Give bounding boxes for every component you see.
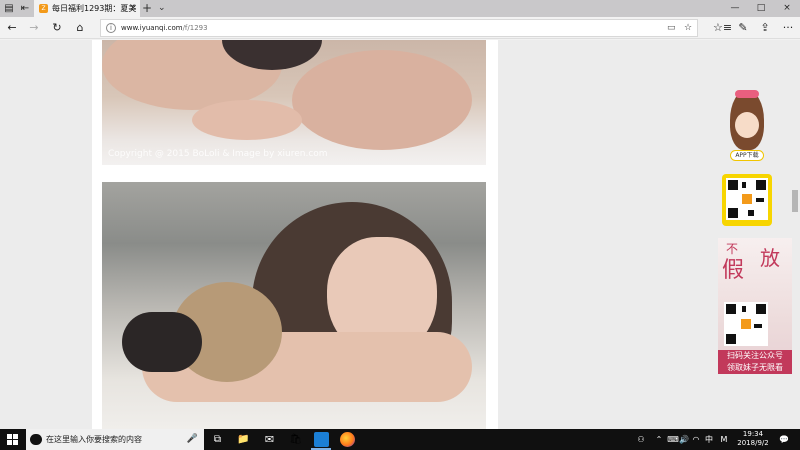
site-favicon-icon: Z (39, 4, 48, 13)
qr-code-image (726, 178, 768, 220)
gallery-photo-2[interactable] (102, 182, 486, 429)
promo-caption-band: 扫码关注公众号 领取妹子无限看 (718, 350, 792, 374)
tab-preview-icon[interactable]: ▤ (2, 2, 16, 15)
start-button[interactable] (7, 434, 19, 446)
refresh-button[interactable]: ↻ (49, 20, 65, 36)
windows-logo-icon (13, 434, 18, 439)
app-qr-code (722, 174, 772, 226)
taskbar-clock[interactable]: 19:34 2018/9/2 (736, 430, 770, 448)
clock-date: 2018/9/2 (737, 439, 769, 447)
file-explorer-icon[interactable]: 📁 (236, 432, 251, 447)
app-download-button[interactable]: APP下载 (730, 150, 764, 161)
active-tab[interactable]: Z 每日福利1293期：夏美 × (34, 0, 140, 17)
photo-hands-region (192, 100, 302, 140)
firefox-icon[interactable] (340, 432, 355, 447)
tab-title: 每日福利1293期：夏美 (52, 4, 137, 13)
task-view-icon[interactable]: ⧉ (210, 432, 225, 447)
minimize-button[interactable]: — (722, 0, 748, 17)
close-window-button[interactable]: × (774, 0, 800, 17)
promo-title-char: 放 (760, 246, 780, 270)
back-button[interactable]: ← (4, 20, 20, 36)
qr-finder (728, 208, 738, 218)
cortana-icon (30, 434, 42, 445)
speaker-icon[interactable]: 🔊 (678, 429, 690, 450)
tab-close-icon[interactable]: × (129, 0, 137, 17)
edge-browser-icon[interactable] (314, 432, 329, 447)
app-download-ad[interactable]: APP下载 (722, 90, 772, 226)
store-icon[interactable]: 🛍 (288, 432, 303, 447)
qr-finder (726, 334, 736, 344)
ime-mode[interactable]: M (717, 429, 731, 450)
chevron-up-icon[interactable]: ⌃ (652, 429, 666, 450)
promo-caption-line2: 领取妹子无限看 (727, 363, 783, 372)
qr-finder (726, 304, 736, 314)
windows-logo-icon (7, 434, 12, 439)
mascot-bow (735, 90, 759, 98)
qr-finder (756, 304, 766, 314)
qr-module (742, 306, 746, 312)
favorite-star-icon[interactable]: ☆ (684, 20, 692, 36)
scrollbar-thumb[interactable] (792, 190, 798, 212)
gallery-photo-1[interactable]: Copyright @ 2015 BoLoli & Image by xiure… (102, 40, 486, 165)
forward-button[interactable]: → (26, 20, 42, 36)
address-bar[interactable]: i www.iyuanqi.com/f/1293 ▭ ☆ (100, 19, 698, 37)
wifi-icon[interactable]: ◠ (690, 429, 702, 450)
taskbar-search-box[interactable]: 在这里输入你要搜索的内容 🎤 (26, 429, 204, 450)
mascot-face (735, 112, 759, 138)
home-button[interactable]: ⌂ (72, 20, 88, 36)
set-aside-tabs-icon[interactable]: ⇤ (18, 2, 32, 15)
favorites-hub-icon[interactable]: ☆≡ (713, 20, 732, 36)
promo-caption-line1: 扫码关注公众号 (727, 351, 783, 360)
qr-module (742, 182, 746, 188)
photo-watermark: Copyright @ 2015 BoLoli & Image by xiure… (108, 149, 328, 159)
share-icon[interactable]: ⇪ (757, 20, 773, 36)
qr-logo-icon (742, 194, 752, 204)
qr-module (748, 210, 754, 216)
clock-time: 19:34 (742, 430, 764, 438)
microphone-icon[interactable]: 🎤 (187, 429, 198, 450)
tab-list-chevron-icon[interactable]: ⌄ (158, 0, 166, 17)
site-info-icon[interactable]: i (106, 23, 116, 33)
windows-taskbar: 在这里输入你要搜索的内容 🎤 ⧉ 📁 ✉ 🛍 ⚇ ⌃ ⌨ 🔊 ◠ 中 M 19:… (0, 429, 800, 450)
photo-skin-region (292, 50, 472, 150)
address-url[interactable]: www.iyuanqi.com/f/1293 (121, 20, 208, 36)
qr-module (756, 198, 764, 202)
windows-logo-icon (7, 440, 12, 445)
navigation-bar: ← → ↻ ⌂ i www.iyuanqi.com/f/1293 ▭ ☆ ☆≡ … (0, 17, 800, 39)
mail-icon[interactable]: ✉ (262, 432, 277, 447)
qr-finder (756, 180, 766, 190)
qr-finder (728, 180, 738, 190)
web-note-pen-icon[interactable]: ✎ (735, 20, 751, 36)
qr-logo-icon (741, 319, 751, 329)
maximize-button[interactable]: □ (748, 0, 774, 17)
reading-view-icon[interactable]: ▭ (667, 20, 676, 36)
title-bar: ▤ ⇤ Z 每日福利1293期：夏美 × + ⌄ — □ × (0, 0, 800, 17)
photo-dark-region (122, 312, 202, 372)
ime-language[interactable]: 中 (703, 429, 715, 450)
action-center-icon[interactable]: 💬 (776, 429, 792, 450)
qr-module (754, 324, 762, 328)
windows-logo-icon (13, 440, 18, 445)
new-tab-button[interactable]: + (142, 0, 152, 17)
page-viewport: Copyright @ 2015 BoLoli & Image by xiure… (0, 40, 790, 429)
more-menu-icon[interactable]: ··· (780, 20, 796, 36)
promo-qr-code (724, 302, 768, 346)
promo-ad[interactable]: 不 假 放 扫码关注公众号 领取妹子无限看 (718, 238, 792, 374)
people-icon[interactable]: ⚇ (634, 429, 648, 450)
promo-title-char: 假 (722, 258, 745, 283)
search-placeholder: 在这里输入你要搜索的内容 (46, 435, 142, 444)
